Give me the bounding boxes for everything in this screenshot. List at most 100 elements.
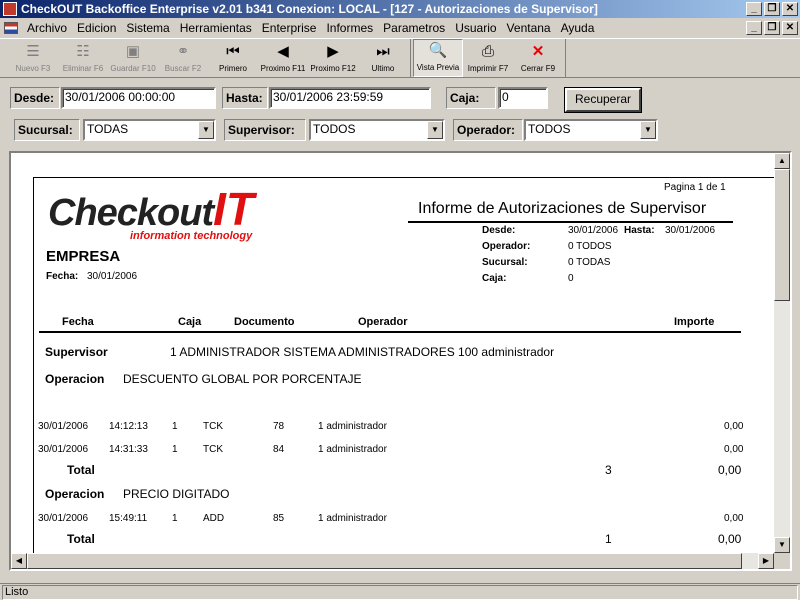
- ultimo-button[interactable]: ⏭ Ultimo: [358, 39, 408, 77]
- operacion-1-label: Operacion: [45, 372, 105, 386]
- col-caja: Caja: [178, 316, 202, 328]
- proximo-f11-button[interactable]: ◀ Proximo F11: [258, 39, 308, 77]
- col-importe: Importe: [674, 316, 715, 328]
- menu-edicion[interactable]: Edicion: [72, 21, 121, 35]
- menu-usuario[interactable]: Usuario: [450, 21, 501, 35]
- report-viewer[interactable]: Pagina 1 de 1 CheckoutIT information tec…: [9, 151, 792, 571]
- hasta-input[interactable]: 30/01/2006 23:59:59: [269, 87, 431, 109]
- primero-button[interactable]: ⏮ Primero: [208, 39, 258, 77]
- col-fecha: Fecha: [62, 316, 94, 328]
- supervisor-group-label: Supervisor: [45, 345, 108, 359]
- op1-row2-num: 84: [273, 444, 285, 455]
- checkout-it-logo: CheckoutIT information technology: [48, 183, 255, 242]
- op1-row2-caja: 1: [172, 444, 178, 455]
- hasta-report-value: 30/01/2006: [665, 225, 716, 236]
- mdi-restore-button[interactable]: ❐: [764, 21, 780, 35]
- operacion-2-label: Operacion: [45, 487, 105, 501]
- recuperar-button[interactable]: Recuperar: [564, 87, 642, 113]
- eliminar-button[interactable]: ☷ Eliminar F6: [58, 39, 108, 77]
- caja-report-value: 0: [568, 273, 574, 284]
- mdi-close-button[interactable]: ✕: [782, 21, 798, 35]
- minimize-button[interactable]: _: [746, 2, 762, 16]
- close-button[interactable]: ✕: [782, 2, 798, 16]
- status-text: Listo: [2, 585, 798, 600]
- horizontal-scrollbar[interactable]: ◀ ▶: [11, 553, 774, 569]
- op2-row1-tipo: ADD: [203, 513, 225, 524]
- page-indicator: Pagina 1 de 1: [664, 182, 726, 193]
- guardar-button[interactable]: ▣ Guardar F10: [108, 39, 158, 77]
- maximize-button[interactable]: ❐: [764, 2, 780, 16]
- op1-row1-hora: 14:12:13: [109, 421, 148, 432]
- cerrar-button[interactable]: ✕ Cerrar F9: [513, 39, 563, 77]
- scroll-up-icon[interactable]: ▲: [774, 153, 790, 169]
- menu-parametros[interactable]: Parametros: [378, 21, 450, 35]
- supervisor-select[interactable]: TODOS ▼: [309, 119, 445, 141]
- desde-report-label: Desde:: [482, 225, 516, 236]
- op2-total-label: Total: [67, 532, 95, 546]
- op1-row2-tipo: TCK: [203, 444, 223, 455]
- binoculars-icon: ⚭: [176, 43, 190, 60]
- op1-row1-caja: 1: [172, 421, 178, 432]
- title-underline: [408, 221, 733, 223]
- horizontal-scroll-thumb[interactable]: [27, 553, 742, 569]
- scroll-right-icon[interactable]: ▶: [758, 553, 774, 569]
- menu-herramientas[interactable]: Herramientas: [175, 21, 257, 35]
- op2-row1-hora: 15:49:11: [109, 513, 148, 524]
- operacion-1-name: DESCUENTO GLOBAL POR PORCENTAJE: [123, 372, 362, 386]
- chevron-down-icon[interactable]: ▼: [640, 121, 656, 139]
- app-icon[interactable]: [3, 2, 17, 16]
- op1-row1-num: 78: [273, 421, 285, 432]
- nuevo-button[interactable]: ☰ Nuevo F3: [8, 39, 58, 77]
- imprimir-button[interactable]: ⎙ Imprimir F7: [463, 39, 513, 77]
- first-record-icon: ⏮: [226, 43, 240, 60]
- proximo-f12-button[interactable]: ▶ Proximo F12: [308, 39, 358, 77]
- op1-row2-operador: 1 administrador: [318, 444, 387, 455]
- supervisor-group-value: 1 ADMINISTRADOR SISTEMA ADMINISTRADORES …: [170, 345, 555, 359]
- fecha-label: Fecha:: [46, 271, 79, 282]
- operador-report-label: Operador:: [482, 241, 531, 252]
- menu-enterprise[interactable]: Enterprise: [257, 21, 322, 35]
- desde-input[interactable]: 30/01/2006 00:00:00: [61, 87, 216, 109]
- vertical-scrollbar[interactable]: ▲ ▼: [774, 153, 790, 553]
- hasta-report-label: Hasta:: [624, 225, 655, 236]
- delete-record-icon: ☷: [76, 43, 90, 60]
- vista-previa-button[interactable]: 🔍 Vista Previa: [413, 39, 463, 77]
- chevron-down-icon[interactable]: ▼: [427, 121, 443, 139]
- caja-label: Caja:: [446, 87, 496, 109]
- op1-row2-fecha: 30/01/2006: [38, 444, 89, 455]
- toolbar: ☰ Nuevo F3 ☷ Eliminar F6 ▣ Guardar F10 ⚭ Bus…: [0, 38, 800, 78]
- op1-total-importe: 0,00: [718, 463, 742, 477]
- preview-icon: 🔍: [428, 42, 448, 59]
- menu-sistema[interactable]: Sistema: [121, 21, 174, 35]
- scroll-left-icon[interactable]: ◀: [11, 553, 27, 569]
- empresa-label: EMPRESA: [46, 248, 121, 265]
- chevron-down-icon[interactable]: ▼: [198, 121, 214, 139]
- sucursal-select[interactable]: TODAS ▼: [83, 119, 216, 141]
- op2-row1-operador: 1 administrador: [318, 513, 387, 524]
- desde-report-value: 30/01/2006: [568, 225, 619, 236]
- menu-ayuda[interactable]: Ayuda: [556, 21, 600, 35]
- hasta-label: Hasta:: [222, 87, 268, 109]
- menu-informes[interactable]: Informes: [321, 21, 378, 35]
- caja-input[interactable]: 0: [498, 87, 548, 109]
- op1-total-count: 3: [605, 463, 612, 477]
- report-page: Pagina 1 de 1 CheckoutIT information tec…: [33, 177, 778, 557]
- mdi-child-icon[interactable]: [4, 22, 18, 34]
- operador-select[interactable]: TODOS ▼: [524, 119, 658, 141]
- operacion-2-name: PRECIO DIGITADO: [123, 487, 230, 501]
- menu-bar: Archivo Edicion Sistema Herramientas Ent…: [0, 18, 800, 38]
- op1-row1-importe: 0,00: [724, 421, 744, 432]
- menu-ventana[interactable]: Ventana: [502, 21, 556, 35]
- vertical-scroll-thumb[interactable]: [774, 169, 790, 301]
- menu-archivo[interactable]: Archivo: [22, 21, 72, 35]
- printer-icon: ⎙: [481, 43, 494, 60]
- op1-row1-tipo: TCK: [203, 421, 223, 432]
- op2-total-count: 1: [605, 532, 612, 546]
- scroll-down-icon[interactable]: ▼: [774, 537, 790, 553]
- mdi-minimize-button[interactable]: _: [746, 21, 762, 35]
- buscar-button[interactable]: ⚭ Buscar F2: [158, 39, 208, 77]
- report-title: Informe de Autorizaciones de Supervisor: [418, 200, 707, 217]
- scroll-corner: [774, 553, 790, 569]
- sucursal-report-value: 0 TODAS: [568, 257, 611, 268]
- col-operador: Operador: [358, 316, 408, 328]
